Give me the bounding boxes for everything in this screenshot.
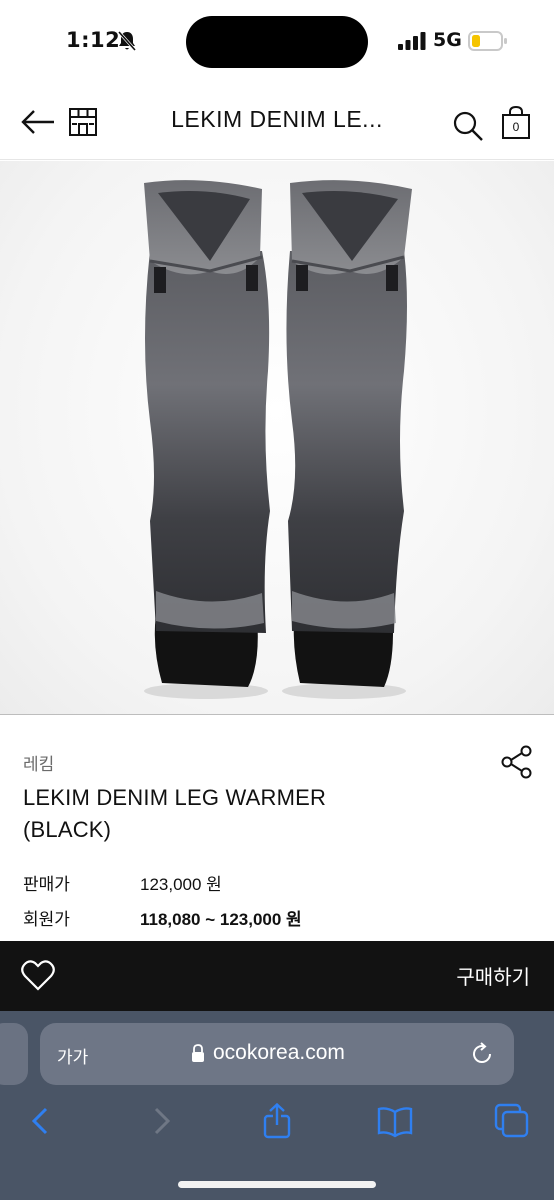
app-header: LEKIM DENIM LE... 0 <box>0 84 554 160</box>
product-name-line1: LEKIM DENIM LEG WARMER <box>23 785 327 810</box>
battery-icon <box>468 31 507 51</box>
status-time: 1:12 <box>66 28 121 52</box>
product-image[interactable] <box>0 161 554 715</box>
heart-outline-icon[interactable] <box>20 958 56 992</box>
dynamic-island <box>186 16 368 68</box>
brand-name[interactable]: 레킴 <box>23 750 54 775</box>
back-arrow-icon[interactable] <box>20 106 56 138</box>
right-leg-warmer <box>286 180 412 687</box>
price-value: 118,080 ~ 123,000 원 <box>140 910 302 929</box>
url-text: ocokorea.com <box>213 1041 345 1064</box>
price-label: 판매가 <box>23 875 70 895</box>
share-icon[interactable] <box>500 745 534 779</box>
network-label: 5G <box>433 29 462 51</box>
home-indicator <box>178 1181 376 1188</box>
bookmarks-icon[interactable] <box>377 1103 413 1139</box>
product-name: LEKIM DENIM LEG WARMER (BLACK) <box>23 782 443 846</box>
buy-button[interactable]: 구매하기 <box>456 961 530 990</box>
tabs-icon[interactable] <box>494 1103 530 1139</box>
product-name-line2: (BLACK) <box>23 817 112 842</box>
shopping-bag-button[interactable]: 0 <box>501 105 531 140</box>
bell-slash-icon <box>117 31 137 51</box>
text-size-button[interactable]: 가가 <box>57 1043 88 1068</box>
price-value: 123,000 원 <box>140 875 222 894</box>
signal-icon <box>398 32 426 50</box>
store-icon[interactable] <box>68 106 98 138</box>
reload-icon[interactable] <box>470 1042 494 1066</box>
browser-toolbar-area: 가가 ocokorea.com <box>0 1011 554 1200</box>
back-chevron-icon[interactable] <box>24 1103 60 1139</box>
previous-tab-preview[interactable] <box>0 1023 28 1085</box>
status-bar: 1:12 5G <box>0 0 554 84</box>
leg-warmer-photo <box>144 180 412 699</box>
address-bar[interactable]: 가가 ocokorea.com <box>40 1023 514 1085</box>
search-icon[interactable] <box>452 110 484 142</box>
image-divider <box>0 714 554 715</box>
purchase-bar: 구매하기 <box>0 941 554 1011</box>
lock-icon <box>192 1044 204 1062</box>
left-leg-warmer <box>144 180 270 687</box>
share-icon[interactable] <box>259 1103 295 1139</box>
forward-chevron-icon[interactable] <box>142 1103 178 1139</box>
page-title: LEKIM DENIM LE... <box>171 106 383 132</box>
price-label: 회원가 <box>23 910 70 930</box>
cart-count-badge: 0 <box>512 120 520 134</box>
